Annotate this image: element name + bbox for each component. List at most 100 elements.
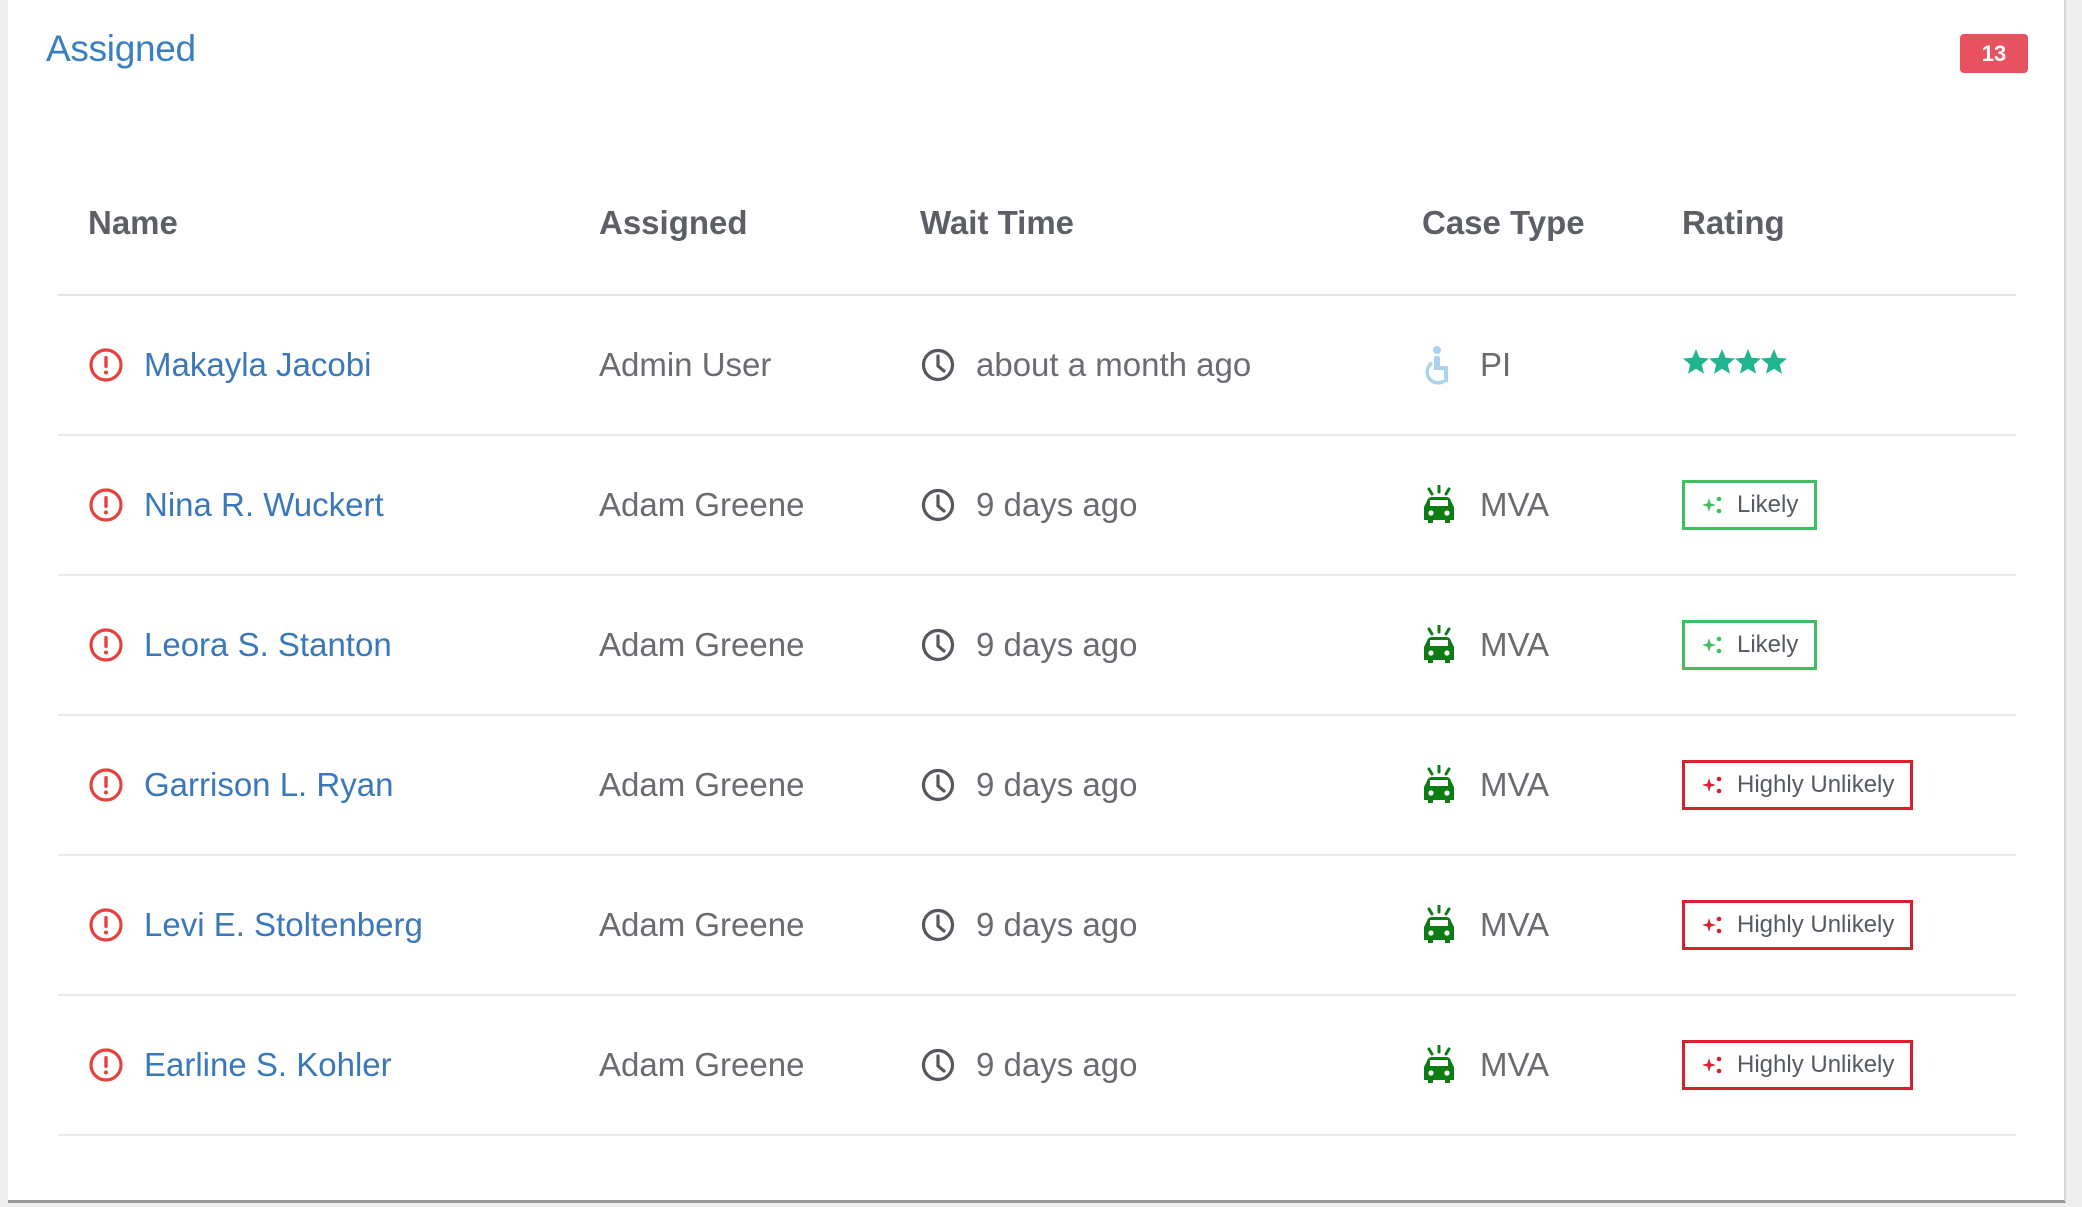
star-rating <box>1682 346 1787 384</box>
assigned-cell: Admin User <box>599 346 772 383</box>
case-type-text: MVA <box>1480 906 1550 943</box>
star-icon <box>1708 346 1735 384</box>
header-wait-time[interactable]: Wait Time <box>920 204 1074 242</box>
rating-label: Highly Unlikely <box>1737 771 1895 798</box>
name-cell: Leora S. Stanton <box>88 576 392 714</box>
name-cell: Levi E. Stoltenberg <box>88 856 423 994</box>
wait-time-text: 9 days ago <box>976 906 1138 943</box>
rating-badge-likely: Likely <box>1682 620 1818 670</box>
client-name-link[interactable]: Garrison L. Ryan <box>144 766 393 804</box>
table-row[interactable]: Earline S. Kohler Adam Greene 9 days ago… <box>58 996 2016 1136</box>
wheelchair-icon <box>1422 345 1456 385</box>
table-row[interactable]: Garrison L. Ryan Adam Greene 9 days ago … <box>58 716 2016 856</box>
count-badge: 13 <box>1960 34 2028 73</box>
header-name[interactable]: Name <box>88 204 178 242</box>
car-crash-icon <box>1422 1045 1456 1085</box>
wait-time-text: 9 days ago <box>976 626 1138 663</box>
rating-badge-likely: Likely <box>1682 480 1818 530</box>
card-title: Assigned <box>46 28 196 69</box>
alert-circle-icon <box>88 627 124 663</box>
header-rating[interactable]: Rating <box>1682 204 1785 242</box>
rating-cell: Likely <box>1682 576 1818 714</box>
wait-time-cell: 9 days ago <box>920 996 1137 1134</box>
case-type-cell: PI <box>1422 296 1511 434</box>
rating-cell <box>1682 296 1787 434</box>
case-type-text: MVA <box>1480 1046 1550 1083</box>
alert-circle-icon <box>88 487 124 523</box>
header-assigned[interactable]: Assigned <box>599 204 748 242</box>
wait-time-text: 9 days ago <box>976 766 1138 803</box>
sparkle-icon <box>1701 493 1725 517</box>
client-name-link[interactable]: Leora S. Stanton <box>144 626 392 664</box>
assigned-card: Assigned 13 Name Assigned Wait Time Case… <box>8 0 2066 1203</box>
case-type-text: MVA <box>1480 486 1550 523</box>
sparkle-icon <box>1701 633 1725 657</box>
assigned-cell: Adam Greene <box>599 626 805 663</box>
case-type-text: MVA <box>1480 766 1550 803</box>
clock-icon <box>920 767 956 803</box>
case-type-text: PI <box>1480 346 1512 383</box>
clock-icon <box>920 907 956 943</box>
star-icon <box>1734 346 1761 384</box>
name-cell: Garrison L. Ryan <box>88 716 393 854</box>
rating-cell: Likely <box>1682 436 1818 574</box>
car-crash-icon <box>1422 625 1456 665</box>
case-type-text: MVA <box>1480 626 1550 663</box>
wait-time-text: 9 days ago <box>976 1046 1138 1083</box>
case-type-cell: MVA <box>1422 996 1549 1134</box>
clock-icon <box>920 347 956 383</box>
wait-time-cell: 9 days ago <box>920 856 1137 994</box>
table-header: Name Assigned Wait Time Case Type Rating <box>58 180 2016 296</box>
clock-icon <box>920 487 956 523</box>
table-row[interactable]: Nina R. Wuckert Adam Greene 9 days ago M… <box>58 436 2016 576</box>
clock-icon <box>920 627 956 663</box>
case-type-cell: MVA <box>1422 856 1549 994</box>
clock-icon <box>920 1047 956 1083</box>
client-name-link[interactable]: Earline S. Kohler <box>144 1046 392 1084</box>
wait-time-cell: 9 days ago <box>920 716 1137 854</box>
alert-circle-icon <box>88 767 124 803</box>
wait-time-text: 9 days ago <box>976 486 1138 523</box>
alert-circle-icon <box>88 907 124 943</box>
rating-label: Likely <box>1737 491 1799 518</box>
table-row[interactable]: Levi E. Stoltenberg Adam Greene 9 days a… <box>58 856 2016 996</box>
wait-time-text: about a month ago <box>976 346 1252 383</box>
assigned-cell: Adam Greene <box>599 906 805 943</box>
assigned-cell: Adam Greene <box>599 1046 805 1083</box>
rating-label: Highly Unlikely <box>1737 911 1895 938</box>
rating-badge-highly-unlikely: Highly Unlikely <box>1682 1040 1914 1090</box>
table-row[interactable]: Makayla Jacobi Admin User about a month … <box>58 296 2016 436</box>
car-crash-icon <box>1422 905 1456 945</box>
rating-cell: Highly Unlikely <box>1682 716 1914 854</box>
client-name-link[interactable]: Nina R. Wuckert <box>144 486 384 524</box>
client-name-link[interactable]: Makayla Jacobi <box>144 346 371 384</box>
case-type-cell: MVA <box>1422 716 1549 854</box>
header-case-type[interactable]: Case Type <box>1422 204 1585 242</box>
alert-circle-icon <box>88 347 124 383</box>
sparkle-icon <box>1701 913 1725 937</box>
case-type-cell: MVA <box>1422 576 1549 714</box>
assigned-cell: Adam Greene <box>599 486 805 523</box>
table-body: Makayla Jacobi Admin User about a month … <box>58 296 2016 1136</box>
car-crash-icon <box>1422 765 1456 805</box>
case-type-cell: MVA <box>1422 436 1549 574</box>
assigned-table: Name Assigned Wait Time Case Type Rating… <box>58 180 2016 1136</box>
rating-cell: Highly Unlikely <box>1682 996 1914 1134</box>
name-cell: Makayla Jacobi <box>88 296 371 434</box>
wait-time-cell: about a month ago <box>920 296 1251 434</box>
rating-badge-highly-unlikely: Highly Unlikely <box>1682 900 1914 950</box>
rating-cell: Highly Unlikely <box>1682 856 1914 994</box>
alert-circle-icon <box>88 1047 124 1083</box>
star-icon <box>1760 346 1787 384</box>
rating-label: Highly Unlikely <box>1737 1051 1895 1078</box>
sparkle-icon <box>1701 773 1725 797</box>
client-name-link[interactable]: Levi E. Stoltenberg <box>144 906 423 944</box>
rating-badge-highly-unlikely: Highly Unlikely <box>1682 760 1914 810</box>
star-icon <box>1682 346 1709 384</box>
sparkle-icon <box>1701 1053 1725 1077</box>
name-cell: Nina R. Wuckert <box>88 436 384 574</box>
car-crash-icon <box>1422 485 1456 525</box>
wait-time-cell: 9 days ago <box>920 436 1137 574</box>
assigned-cell: Adam Greene <box>599 766 805 803</box>
table-row[interactable]: Leora S. Stanton Adam Greene 9 days ago … <box>58 576 2016 716</box>
